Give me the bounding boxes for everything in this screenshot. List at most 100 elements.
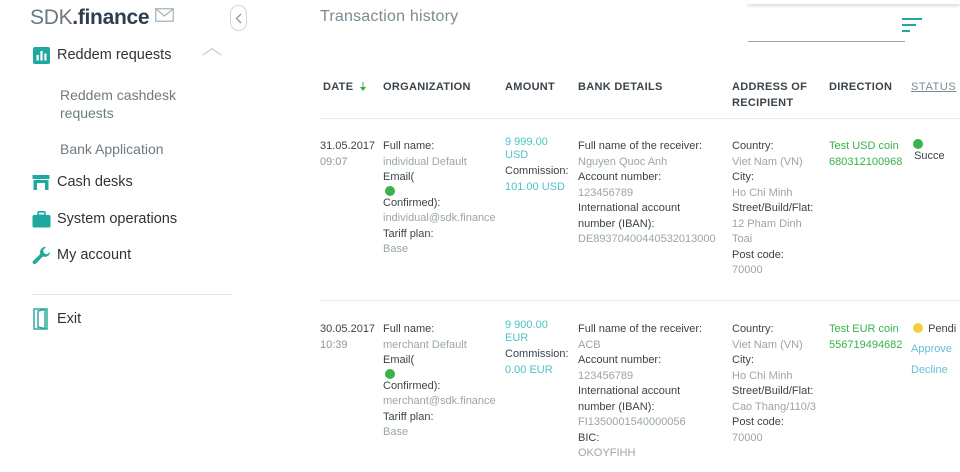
- row-divider: [320, 300, 960, 301]
- column-header-status[interactable]: STATUS: [911, 79, 956, 95]
- amount-cell: 9 900.00 EUR Commission: 0.00 EUR: [505, 319, 575, 377]
- direction-name[interactable]: Test USD coin: [829, 139, 909, 155]
- address-cell: Country: Viet Nam (VN) City: Ho Chi Minh…: [732, 322, 827, 446]
- value: Toai: [732, 233, 753, 245]
- value: 70000: [732, 431, 763, 444]
- organization-cell: Full name: individual Default Email( Con…: [383, 139, 503, 258]
- date-cell: 30.05.2017 10:39: [320, 322, 375, 353]
- email-value: individual@sdk.finance: [383, 212, 496, 224]
- sidebar-subitem-bank-application[interactable]: Bank Application: [60, 140, 164, 158]
- column-header-bank-details[interactable]: BANK DETAILS: [578, 79, 663, 95]
- direction-name[interactable]: Test EUR coin: [829, 322, 909, 338]
- sidebar-item-label: Cash desks: [57, 174, 133, 190]
- label: International account: [578, 385, 681, 397]
- store-icon: [31, 172, 51, 192]
- time-text: 10:39: [320, 338, 348, 351]
- label: Post code:: [732, 416, 784, 428]
- sidebar-subitem-reddem-cashdesk[interactable]: Reddem cashdesk requests: [60, 86, 220, 122]
- value: OKOYFIHH: [578, 447, 636, 459]
- value: merchant Default: [383, 338, 467, 351]
- email-label: Email( Confirmed):: [383, 353, 503, 394]
- column-header-date[interactable]: DATE: [323, 79, 367, 95]
- value: Base: [383, 243, 409, 255]
- filter-icon[interactable]: [902, 18, 922, 32]
- pending-status-icon: [913, 323, 923, 333]
- value: Base: [383, 426, 409, 438]
- sidebar-item-label: Reddem requests: [57, 47, 172, 63]
- label: Confirmed):: [383, 379, 441, 392]
- label: Commission:: [505, 165, 569, 177]
- direction-cell: Test USD coin 680312100968: [829, 139, 909, 170]
- label: Tariff plan:: [383, 227, 434, 240]
- sidebar-item-reddem-requests[interactable]: Reddem requests: [31, 45, 171, 65]
- direction-id[interactable]: 680312100968: [829, 155, 909, 171]
- label: Account number:: [578, 171, 662, 183]
- date-text: 30.05.2017: [320, 323, 376, 335]
- value: 123456789: [578, 369, 634, 382]
- main-content: Transaction history DATE ORGANIZATION AM…: [248, 0, 960, 472]
- success-status-icon: [913, 139, 923, 149]
- logo[interactable]: SDK.finance: [30, 6, 150, 30]
- label: Email(: [383, 354, 415, 366]
- sidebar-item-label: System operations: [57, 211, 178, 227]
- wrench-icon: [31, 245, 51, 265]
- direction-cell: Test EUR coin 556719494682: [829, 322, 909, 353]
- currency-value: EUR: [505, 332, 529, 344]
- value: 12 Pham Dinh: [732, 217, 802, 230]
- sidebar-item-label: My account: [57, 247, 132, 263]
- sidebar-item-cash-desks[interactable]: Cash desks: [31, 172, 133, 192]
- sidebar-item-my-account[interactable]: My account: [31, 245, 131, 265]
- label: Post code:: [732, 248, 784, 261]
- amount-cell: 9 999.00 USD Commission: 101.00 USD: [505, 136, 575, 194]
- logo-suffix: .finance: [72, 6, 150, 29]
- label: Full name:: [383, 140, 435, 152]
- logo-main: SDK: [30, 6, 73, 29]
- label: Country:: [732, 323, 774, 335]
- sort-arrow-icon[interactable]: [359, 82, 367, 92]
- label: Street/Build/Flat:: [732, 385, 814, 397]
- label: BIC:: [578, 431, 600, 444]
- decline-button[interactable]: Decline: [911, 363, 960, 379]
- exit-door-icon: [31, 308, 51, 330]
- exit-label: Exit: [57, 311, 82, 327]
- briefcase-icon: [31, 209, 51, 229]
- email-label: Email( Confirmed):: [383, 170, 503, 211]
- row-divider: [320, 118, 960, 119]
- mail-icon[interactable]: [155, 8, 174, 22]
- status-cell: Pendi Approve Decline: [911, 322, 960, 379]
- search-input[interactable]: [748, 41, 905, 42]
- sidebar-collapse-button[interactable]: [230, 5, 247, 31]
- value: Ho Chi Minh: [732, 369, 793, 382]
- status-badge: Succe: [911, 139, 960, 165]
- column-header-address[interactable]: ADDRESS OF RECIPIENT: [732, 79, 807, 111]
- currency-value: USD: [505, 149, 529, 161]
- column-header-amount[interactable]: AMOUNT: [505, 79, 555, 95]
- status-cell: Succe: [911, 139, 960, 165]
- label: Commission:: [505, 348, 569, 360]
- status-badge: Pendi: [911, 322, 960, 338]
- date-text: 31.05.2017: [320, 140, 376, 152]
- value: ACB: [578, 338, 601, 351]
- label: Email(: [383, 171, 415, 183]
- column-header-organization[interactable]: ORGANIZATION: [383, 79, 471, 95]
- chevron-up-icon[interactable]: [202, 47, 222, 56]
- top-panel: [748, 0, 960, 4]
- exit-button[interactable]: Exit: [31, 308, 82, 330]
- organization-cell: Full name: merchant Default Email( Confi…: [383, 322, 503, 441]
- status-text: Succe: [914, 150, 945, 162]
- label: Country:: [732, 140, 774, 152]
- value: Cao Thang/110/3: [732, 400, 816, 413]
- label: Full name:: [383, 323, 435, 335]
- value: DE89370400440532013000: [578, 233, 716, 245]
- date-cell: 31.05.2017 09:07: [320, 139, 375, 170]
- label: Tariff plan:: [383, 410, 434, 423]
- approve-button[interactable]: Approve: [911, 342, 960, 358]
- value: individual Default: [383, 155, 467, 168]
- direction-id[interactable]: 556719494682: [829, 338, 909, 354]
- sidebar-item-system-operations[interactable]: System operations: [31, 209, 177, 229]
- time-text: 09:07: [320, 155, 348, 168]
- value: Viet Nam (VN): [732, 155, 803, 168]
- column-header-direction[interactable]: DIRECTION: [829, 79, 892, 95]
- status-text: Pendi: [928, 323, 957, 335]
- address-cell: Country: Viet Nam (VN) City: Ho Chi Minh…: [732, 139, 827, 279]
